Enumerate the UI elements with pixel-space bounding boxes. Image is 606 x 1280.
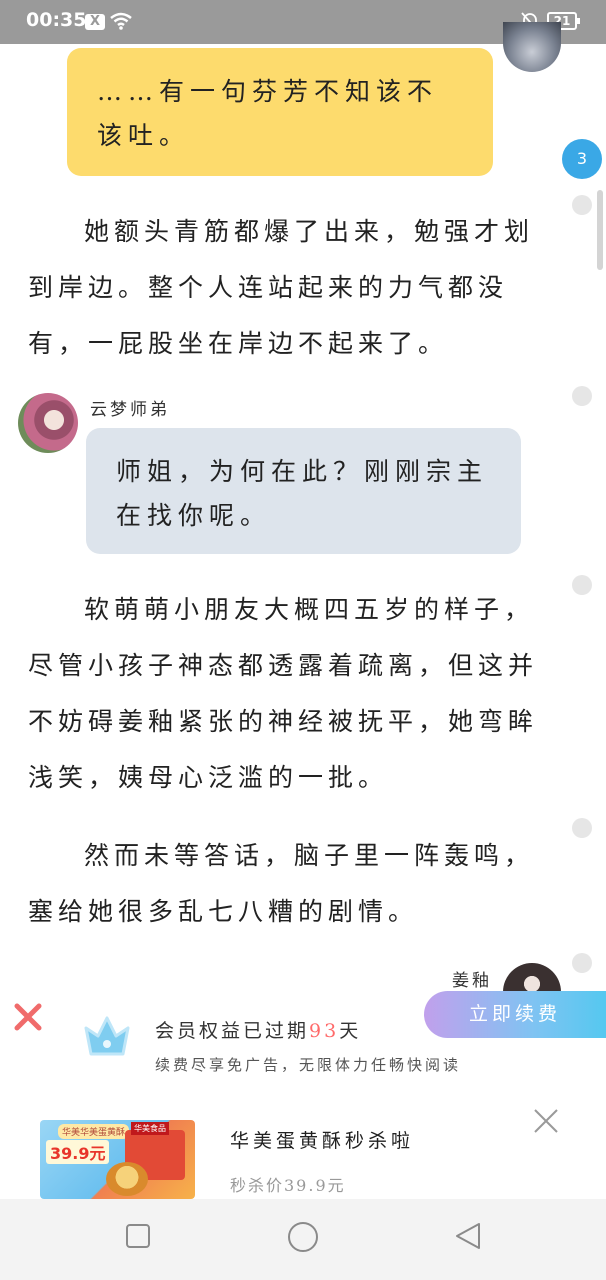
crown-icon [84,1016,130,1056]
ad-image-logo: 华美食品 [131,1122,169,1135]
narration-paragraph-2: 软萌萌小朋友大概四五岁的样子，尽管小孩子神态都透露着疏离，但这并不妨碍姜釉紧张的… [28,595,539,792]
speaker-name: 云梦师弟 [90,400,170,420]
vip-subtitle: 续费尽享免广告，无限体力任畅快阅读 [155,1056,462,1074]
paragraph-comment-dot[interactable] [572,575,592,595]
dialogue-bubble-yellow: ……有一句芬芳不知该不该吐。 [67,48,493,176]
ad-price: 秒杀价39.9元 [230,1176,346,1195]
comment-count-badge[interactable]: 3 [562,139,602,179]
close-x-icon[interactable] [12,1001,44,1033]
ad-image-tag: 华美华美蛋黄酥 [58,1124,130,1139]
narration-paragraph-3: 然而未等答话，脑子里一阵轰鸣，塞给她很多乱七八糟的剧情。 [28,841,535,926]
scrollbar[interactable] [597,190,603,270]
dialogue-bubble-blue: 师姐，为何在此？刚刚宗主在找你呢。 [86,428,521,554]
paragraph-comment-dot[interactable] [572,953,592,973]
nav-back-button[interactable] [454,1221,482,1254]
vip-expired-days: 93 [309,1020,340,1042]
wifi-icon [110,12,132,30]
square-icon [126,1224,150,1248]
avatar-yunmeng[interactable] [18,393,78,453]
ad-product-cake [106,1162,148,1196]
nav-recent-button[interactable] [125,1223,151,1252]
speaker-name: 姜釉 [452,971,492,991]
avatar-top[interactable] [503,22,561,72]
paragraph-comment-dot[interactable] [572,195,592,215]
circle-icon [288,1222,318,1252]
ad-image[interactable]: 华美华美蛋黄酥 39.9元 华美食品 [40,1120,195,1199]
ad-image-price: 39.9元 [46,1140,110,1164]
ad-title[interactable]: 华美蛋黄酥秒杀啦 [230,1126,414,1153]
narration-paragraph-1: 她额头青筋都爆了出来，勉强才划到岸边。整个人连站起来的力气都没有，一屁股坐在岸边… [28,217,535,358]
nav-home-button[interactable] [287,1221,319,1256]
close-icon[interactable] [533,1108,559,1134]
paragraph-comment-dot[interactable] [572,818,592,838]
status-time: 00:35 [26,9,87,31]
avatar-jiangyou[interactable] [503,963,561,993]
vip-expired-title: 会员权益已过期93天 [155,1020,362,1042]
paragraph-comment-dot[interactable] [572,386,592,406]
triangle-back-icon [456,1223,480,1249]
system-nav-bar [0,1199,606,1280]
notification-badge: X [85,14,105,30]
renew-button[interactable]: 立即续费 [424,991,606,1038]
